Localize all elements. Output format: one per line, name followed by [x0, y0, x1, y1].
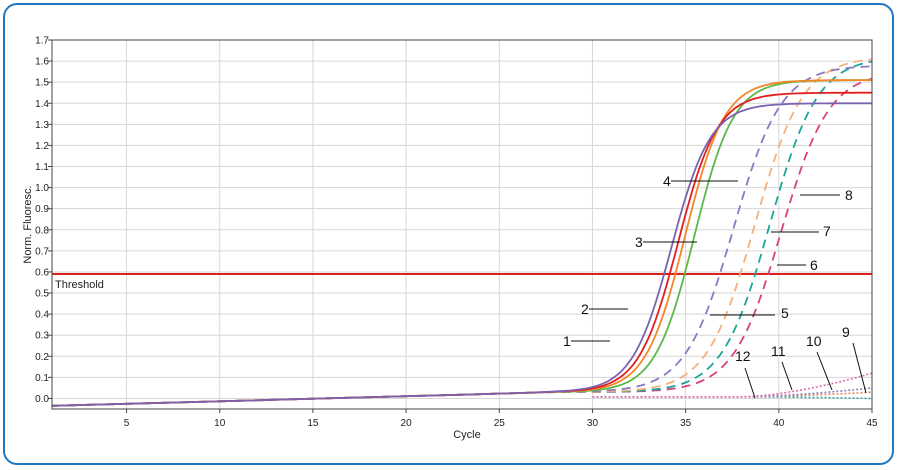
x-axis-label: Cycle — [453, 429, 481, 441]
x-tick-label: 5 — [124, 418, 130, 429]
x-tick-label: 35 — [680, 418, 692, 429]
callout-label-7: 7 — [823, 223, 831, 239]
y-tick-label: 1.2 — [35, 141, 49, 152]
y-tick-label: 1.4 — [35, 99, 49, 110]
callout-leader-12 — [744, 367, 756, 399]
y-tick-label: 1.7 — [35, 36, 49, 47]
y-tick-label: 1.3 — [35, 120, 49, 131]
y-tick-label: 0.7 — [35, 246, 49, 257]
y-tick-label: 1.1 — [35, 162, 49, 173]
callout-label-10: 10 — [806, 333, 822, 349]
chart: Threshold 123456789101112 0.00.10.20.30.… — [22, 36, 878, 442]
callouts-layer: 123456789101112 — [563, 173, 867, 399]
y-tick-label: 1.5 — [35, 78, 49, 89]
y-tick-label: 0.1 — [35, 373, 49, 384]
callout-label-3: 3 — [635, 234, 643, 250]
x-tick-label: 20 — [401, 418, 413, 429]
callout-label-6: 6 — [810, 257, 818, 273]
callout-label-8: 8 — [845, 187, 853, 203]
callout-label-1: 1 — [563, 333, 571, 349]
y-tick-label: 0.5 — [35, 289, 49, 300]
x-tick-label: 15 — [307, 418, 319, 429]
axes: 0.0 0.1 0.2 0.3 0.4 0.5 0.6 0.7 0.8 0.9 1.0 1.1 1.2 1… — [35, 36, 878, 430]
y-tick-label: 0.2 — [35, 352, 49, 363]
callout-label-2: 2 — [581, 301, 589, 317]
x-tick-label: 10 — [214, 418, 226, 429]
x-tick-label: 45 — [866, 418, 878, 429]
y-tick-label: 1.6 — [35, 57, 49, 68]
callout-leader-11 — [781, 361, 793, 391]
callout-label-9: 9 — [842, 324, 850, 340]
callout-label-4: 4 — [663, 173, 671, 189]
x-tick-label: 30 — [587, 418, 599, 429]
y-tick-label: 0.4 — [35, 310, 49, 321]
callout-label-11: 11 — [771, 343, 786, 359]
callout-leader-10 — [816, 351, 833, 391]
y-tick-label: 0.9 — [35, 204, 49, 215]
y-tick-label: 0.0 — [35, 394, 49, 405]
callout-leader-9 — [852, 342, 867, 394]
y-tick-label: 0.3 — [35, 331, 49, 342]
x-tick-label: 40 — [773, 418, 785, 429]
y-tick-label: 0.6 — [35, 267, 49, 278]
x-tick-label: 25 — [494, 418, 506, 429]
series-10-line — [592, 387, 873, 398]
threshold: Threshold — [52, 273, 872, 291]
y-axis-label: Norm. Fluoresc. — [22, 185, 34, 263]
callout-label-12: 12 — [735, 348, 751, 364]
y-tick-label: 1.0 — [35, 183, 49, 194]
y-tick-label: 0.8 — [35, 225, 49, 236]
callout-label-5: 5 — [781, 305, 789, 321]
threshold-label: Threshold — [55, 279, 104, 291]
